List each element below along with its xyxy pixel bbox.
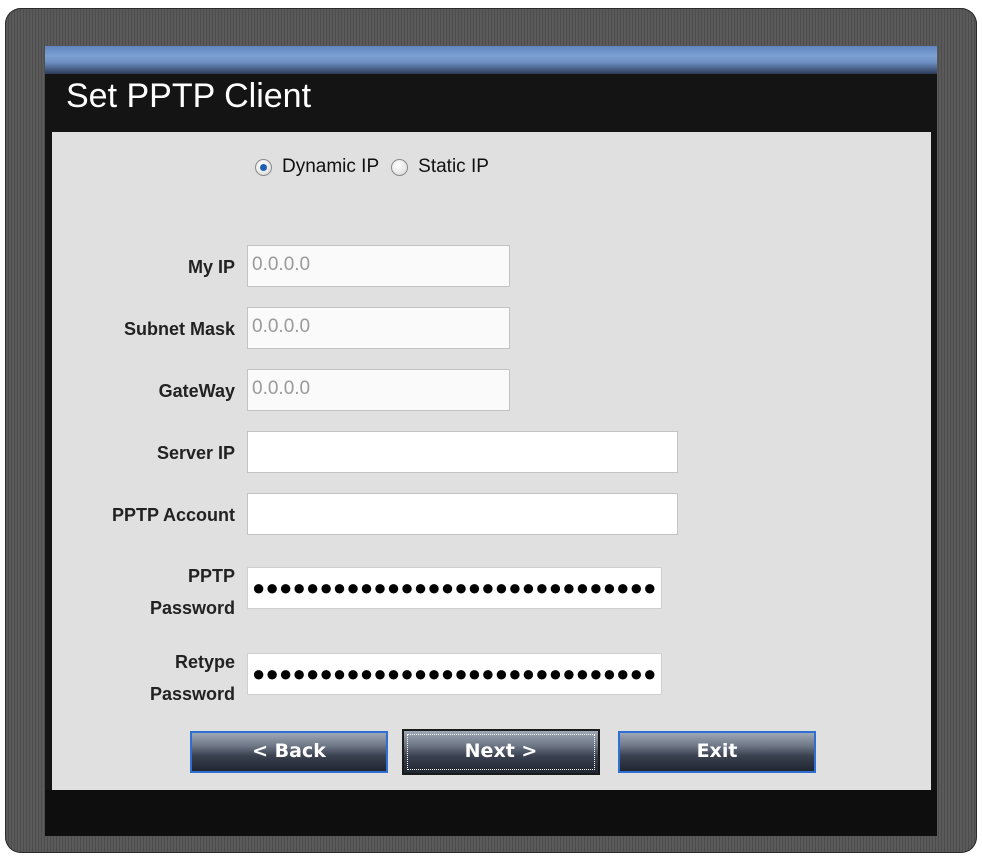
subnet-mask-field[interactable]: 0.0.0.0 <box>247 307 510 349</box>
page-title: Set PPTP Client <box>66 77 312 115</box>
pptp-password-label-line2: Password <box>149 598 235 618</box>
server-ip-label: Server IP <box>156 443 235 463</box>
gateway-label: GateWay <box>158 381 235 401</box>
outer-frame: Set PPTP Client Dynamic IP Static IP My … <box>5 8 977 853</box>
server-ip-field[interactable] <box>247 431 678 473</box>
my-ip-label: My IP <box>187 257 235 277</box>
bottom-strip <box>45 790 937 836</box>
subnet-mask-label: Subnet Mask <box>123 319 235 339</box>
pptp-account-field[interactable] <box>247 493 678 535</box>
pptp-account-label: PPTP Account <box>111 505 235 525</box>
static-ip-label[interactable]: Static IP <box>418 156 489 178</box>
back-button[interactable]: < Back <box>190 731 388 773</box>
ip-mode-group: Dynamic IP Static IP <box>255 156 489 178</box>
retype-password-label-line1: Retype <box>174 652 235 672</box>
pptp-password-field[interactable]: ●●●●●●●●●●●●●●●●●●●●●●●●●●●●●● <box>247 567 662 609</box>
pptp-password-label-line1: PPTP <box>187 566 235 586</box>
form-panel: Dynamic IP Static IP My IP 0.0.0.0 Subne… <box>52 132 931 790</box>
static-ip-radio[interactable] <box>391 158 409 176</box>
next-button[interactable]: Next > <box>402 729 600 775</box>
title-gradient-bar <box>45 46 937 74</box>
pptp-password-label: PPTP Password <box>72 560 235 624</box>
exit-button[interactable]: Exit <box>618 731 816 773</box>
dynamic-ip-label[interactable]: Dynamic IP <box>282 156 379 178</box>
retype-password-label-line2: Password <box>149 684 235 704</box>
retype-password-field[interactable]: ●●●●●●●●●●●●●●●●●●●●●●●●●●●●●● <box>247 653 662 695</box>
dynamic-ip-radio[interactable] <box>255 158 272 176</box>
gateway-field[interactable]: 0.0.0.0 <box>247 369 510 411</box>
my-ip-field[interactable]: 0.0.0.0 <box>247 245 510 287</box>
retype-password-label: Retype Password <box>72 646 235 710</box>
dialog-window: Set PPTP Client Dynamic IP Static IP My … <box>45 46 937 836</box>
